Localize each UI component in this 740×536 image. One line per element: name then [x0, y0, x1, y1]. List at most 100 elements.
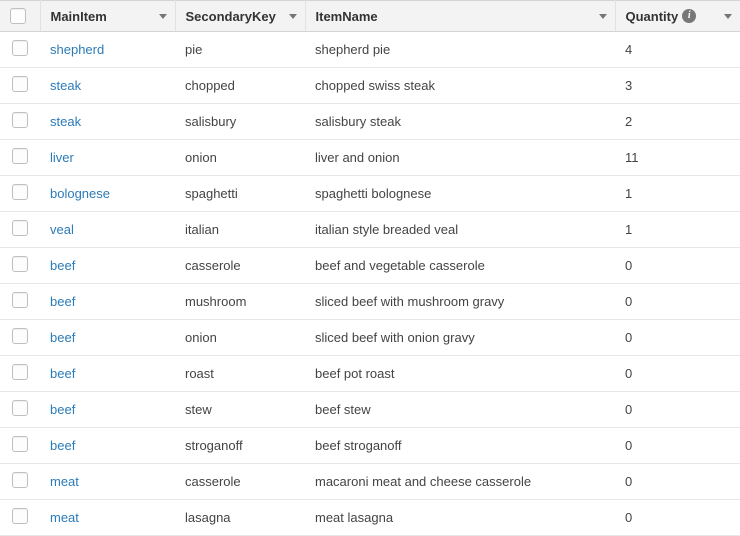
cell-secondarykey: onion — [175, 140, 305, 176]
row-checkbox[interactable] — [12, 76, 28, 92]
row-checkbox[interactable] — [12, 112, 28, 128]
mainitem-link[interactable]: beef — [50, 258, 75, 273]
row-select-cell — [0, 68, 40, 104]
row-checkbox[interactable] — [12, 328, 28, 344]
mainitem-link[interactable]: bolognese — [50, 186, 110, 201]
row-checkbox[interactable] — [12, 292, 28, 308]
mainitem-link[interactable]: beef — [50, 366, 75, 381]
column-label: Quantity — [626, 9, 679, 24]
cell-quantity: 0 — [615, 392, 740, 428]
table-row: beefonionsliced beef with onion gravy0 — [0, 320, 740, 356]
column-header-select[interactable] — [0, 1, 40, 32]
cell-secondarykey: onion — [175, 320, 305, 356]
mainitem-link[interactable]: steak — [50, 114, 81, 129]
row-checkbox[interactable] — [12, 472, 28, 488]
mainitem-link[interactable]: liver — [50, 150, 74, 165]
column-header-secondarykey[interactable]: SecondaryKey — [175, 1, 305, 32]
table-row: shepherdpieshepherd pie4 — [0, 32, 740, 68]
mainitem-link[interactable]: meat — [50, 474, 79, 489]
column-header-quantity[interactable]: Quantity i — [615, 1, 740, 32]
table-row: bolognese spaghettispaghetti bolognese1 — [0, 176, 740, 212]
select-all-checkbox[interactable] — [10, 8, 26, 24]
mainitem-link[interactable]: beef — [50, 438, 75, 453]
cell-secondarykey: spaghetti — [175, 176, 305, 212]
table-header-row: MainItem SecondaryKey ItemName — [0, 1, 740, 32]
cell-itemname: beef stew — [305, 392, 615, 428]
cell-itemname: beef stroganoff — [305, 428, 615, 464]
table-row: meatcasserolemacaroni meat and cheese ca… — [0, 464, 740, 500]
row-select-cell — [0, 104, 40, 140]
cell-quantity: 3 — [615, 68, 740, 104]
cell-mainitem: veal — [40, 212, 175, 248]
cell-mainitem: beef — [40, 428, 175, 464]
cell-itemname: liver and onion — [305, 140, 615, 176]
cell-secondarykey: casserole — [175, 248, 305, 284]
column-header-mainitem[interactable]: MainItem — [40, 1, 175, 32]
cell-secondarykey: lasagna — [175, 500, 305, 536]
row-checkbox[interactable] — [12, 364, 28, 380]
row-checkbox[interactable] — [12, 184, 28, 200]
cell-mainitem: bolognese — [40, 176, 175, 212]
cell-quantity: 1 — [615, 176, 740, 212]
info-icon[interactable]: i — [682, 9, 696, 23]
row-checkbox[interactable] — [12, 436, 28, 452]
cell-itemname: italian style breaded veal — [305, 212, 615, 248]
cell-secondarykey: stew — [175, 392, 305, 428]
mainitem-link[interactable]: shepherd — [50, 42, 104, 57]
row-checkbox[interactable] — [12, 148, 28, 164]
chevron-down-icon — [289, 14, 297, 19]
row-select-cell — [0, 464, 40, 500]
cell-itemname: salisbury steak — [305, 104, 615, 140]
cell-quantity: 1 — [615, 212, 740, 248]
cell-itemname: spaghetti bolognese — [305, 176, 615, 212]
cell-secondarykey: italian — [175, 212, 305, 248]
table-row: veal italianitalian style breaded veal1 — [0, 212, 740, 248]
mainitem-link[interactable]: beef — [50, 330, 75, 345]
cell-itemname: chopped swiss steak — [305, 68, 615, 104]
cell-quantity: 0 — [615, 284, 740, 320]
cell-quantity: 11 — [615, 140, 740, 176]
row-select-cell — [0, 248, 40, 284]
chevron-down-icon — [159, 14, 167, 19]
cell-mainitem: beef — [40, 248, 175, 284]
cell-mainitem: meat — [40, 464, 175, 500]
column-label: MainItem — [51, 9, 107, 24]
cell-secondarykey: roast — [175, 356, 305, 392]
table-row: meatlasagnameat lasagna0 — [0, 500, 740, 536]
cell-itemname: beef pot roast — [305, 356, 615, 392]
cell-mainitem: liver — [40, 140, 175, 176]
table-row: beefmushroomsliced beef with mushroom gr… — [0, 284, 740, 320]
row-checkbox[interactable] — [12, 400, 28, 416]
table-row: beef stewbeef stew0 — [0, 392, 740, 428]
cell-quantity: 2 — [615, 104, 740, 140]
row-select-cell — [0, 356, 40, 392]
row-select-cell — [0, 500, 40, 536]
cell-itemname: shepherd pie — [305, 32, 615, 68]
column-label: ItemName — [316, 9, 378, 24]
cell-quantity: 0 — [615, 428, 740, 464]
row-select-cell — [0, 176, 40, 212]
table-row: liver onionliver and onion11 — [0, 140, 740, 176]
table-row: beef stroganoffbeef stroganoff0 — [0, 428, 740, 464]
cell-mainitem: shepherd — [40, 32, 175, 68]
row-select-cell — [0, 320, 40, 356]
cell-quantity: 0 — [615, 500, 740, 536]
column-header-itemname[interactable]: ItemName — [305, 1, 615, 32]
row-checkbox[interactable] — [12, 220, 28, 236]
mainitem-link[interactable]: meat — [50, 510, 79, 525]
row-checkbox[interactable] — [12, 256, 28, 272]
mainitem-link[interactable]: steak — [50, 78, 81, 93]
cell-itemname: sliced beef with mushroom gravy — [305, 284, 615, 320]
row-select-cell — [0, 284, 40, 320]
mainitem-link[interactable]: beef — [50, 402, 75, 417]
column-label: SecondaryKey — [186, 9, 276, 24]
table-row: steaksalisburysalisbury steak2 — [0, 104, 740, 140]
cell-secondarykey: stroganoff — [175, 428, 305, 464]
row-checkbox[interactable] — [12, 508, 28, 524]
table-row: beefroastbeef pot roast0 — [0, 356, 740, 392]
row-checkbox[interactable] — [12, 40, 28, 56]
cell-secondarykey: chopped — [175, 68, 305, 104]
mainitem-link[interactable]: beef — [50, 294, 75, 309]
mainitem-link[interactable]: veal — [50, 222, 74, 237]
cell-mainitem: beef — [40, 320, 175, 356]
